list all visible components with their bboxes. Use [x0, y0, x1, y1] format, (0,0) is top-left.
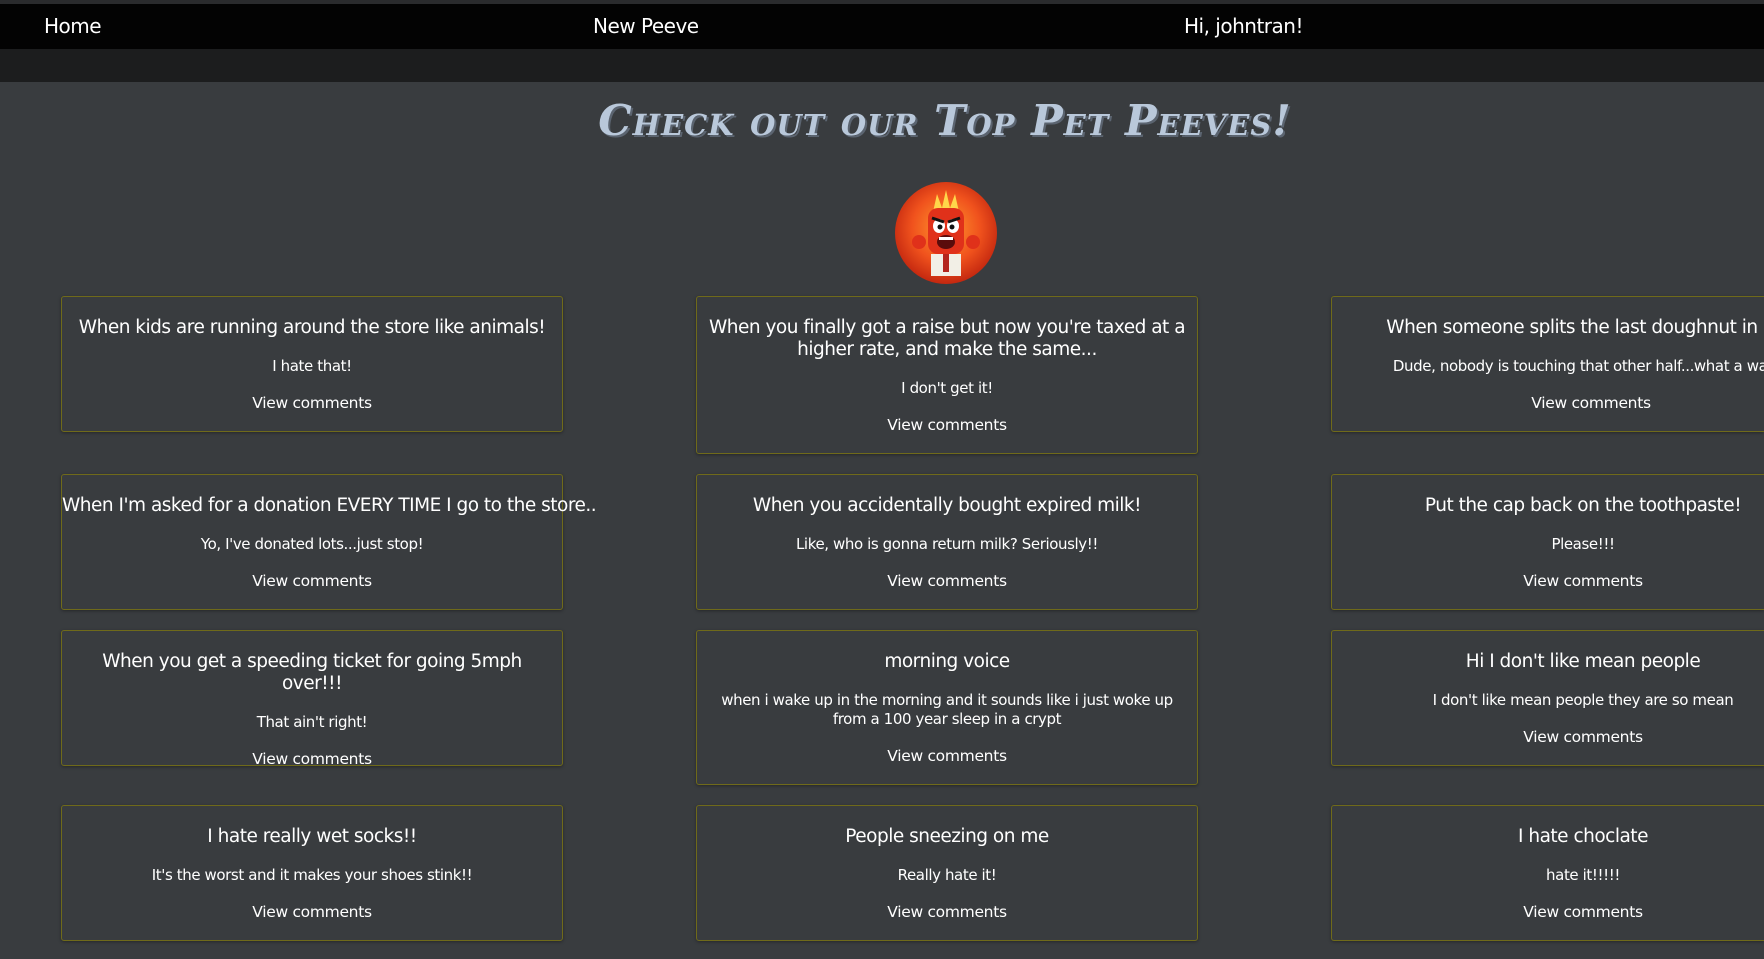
view-comments-link[interactable]: View comments	[1340, 728, 1764, 747]
peeve-card: When you get a speeding ticket for going…	[61, 630, 563, 769]
user-greeting[interactable]: Hi, johntran!	[1184, 14, 1303, 38]
peeve-title: Put the cap back on the toothpaste!	[1424, 495, 1742, 516]
peeve-description: Really hate it!	[897, 866, 997, 884]
peeve-card: When kids are running around the store l…	[61, 296, 563, 432]
peeve-card: When you accidentally bought expired mil…	[696, 474, 1198, 610]
peeve-card: morning voice when i wake up in the morn…	[696, 630, 1198, 785]
view-comments-link[interactable]: View comments	[1340, 903, 1764, 922]
nav-home-link[interactable]: Home	[44, 14, 102, 38]
view-comments-link[interactable]: View comments	[705, 747, 1189, 766]
peeve-description: That ain't right!	[256, 713, 368, 731]
view-comments-link[interactable]: View comments	[70, 903, 554, 922]
peeve-description: hate it!!!!!	[1546, 866, 1620, 884]
peeve-card: When I'm asked for a donation EVERY TIME…	[61, 474, 597, 610]
peeve-description: I don't like mean people they are so mea…	[1432, 691, 1734, 709]
peeve-description: Yo, I've donated lots...just stop!	[200, 535, 424, 553]
peeve-title: People sneezing on me	[845, 826, 1049, 847]
peeve-title: When you accidentally bought expired mil…	[752, 495, 1142, 516]
peeve-title: morning voice	[884, 651, 1010, 672]
peeve-card: Hi I don't like mean people I don't like…	[1331, 630, 1764, 766]
peeve-title: I hate choclate	[1518, 826, 1648, 847]
peeve-card: I hate really wet socks!! It's the worst…	[61, 805, 563, 941]
peeve-card: Put the cap back on the toothpaste! Plea…	[1331, 474, 1764, 610]
page-title: Check out our Top Pet Peeves!	[598, 96, 1292, 145]
peeve-description: I don't get it!	[901, 379, 993, 397]
view-comments-link[interactable]: View comments	[70, 750, 554, 769]
peeve-description: Please!!!	[1551, 535, 1615, 553]
peeve-title: When someone splits the last doughnut in…	[1386, 317, 1764, 338]
peeve-description: Like, who is gonna return milk? Seriousl…	[795, 535, 1099, 553]
peeve-title: When you get a speeding ticket for going…	[102, 651, 522, 694]
peeve-description: It's the worst and it makes your shoes s…	[151, 866, 473, 884]
view-comments-link[interactable]: View comments	[70, 394, 554, 413]
peeve-title: When I'm asked for a donation EVERY TIME…	[62, 495, 597, 516]
peeve-title: I hate really wet socks!!	[207, 826, 417, 847]
peeve-card: When you finally got a raise but now you…	[696, 296, 1198, 454]
peeve-title: When kids are running around the store l…	[78, 317, 546, 338]
peeve-card: When someone splits the last doughnut in…	[1331, 296, 1764, 432]
peeve-description: Dude, nobody is touching that other half…	[1392, 357, 1764, 375]
angry-character-icon-art	[912, 190, 980, 276]
peeve-title: Hi I don't like mean people	[1465, 651, 1701, 672]
view-comments-link[interactable]: View comments	[1340, 572, 1764, 591]
top-navbar: Home New Peeve Hi, johntran!	[0, 0, 1764, 49]
view-comments-link[interactable]: View comments	[705, 416, 1189, 435]
peeve-title: When you finally got a raise but now you…	[708, 317, 1186, 360]
peeve-card: I hate choclate hate it!!!!! View commen…	[1331, 805, 1764, 941]
view-comments-link[interactable]: View comments	[705, 903, 1189, 922]
peeve-description: I hate that!	[272, 357, 352, 375]
peeve-card: People sneezing on me Really hate it! Vi…	[696, 805, 1198, 941]
nav-new-peeve-link[interactable]: New Peeve	[593, 14, 699, 38]
view-comments-link[interactable]: View comments	[705, 572, 1189, 591]
view-comments-link[interactable]: View comments	[1340, 394, 1764, 413]
peeve-description: when i wake up in the morning and it sou…	[721, 691, 1173, 728]
sub-navbar	[0, 49, 1764, 82]
angry-character-icon	[895, 182, 997, 284]
view-comments-link[interactable]: View comments	[70, 572, 554, 591]
